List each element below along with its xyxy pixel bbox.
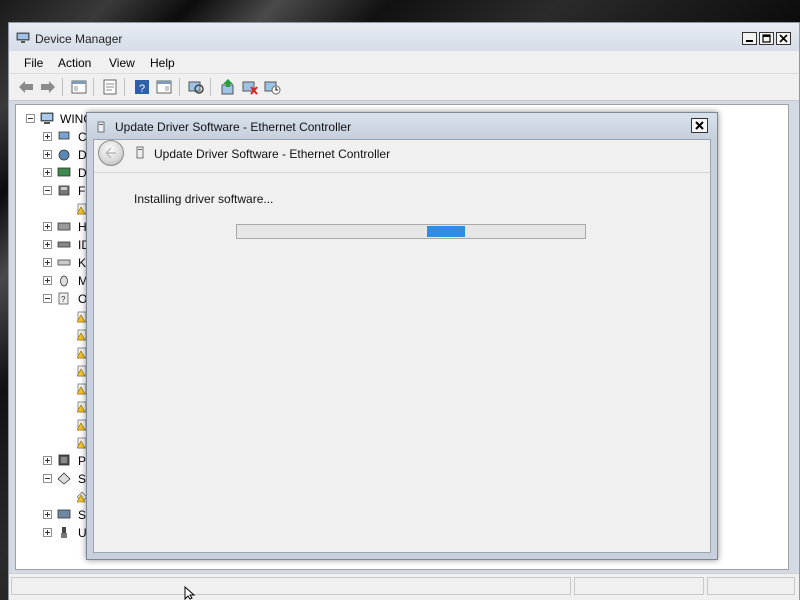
header-divider bbox=[94, 172, 710, 173]
view-icon[interactable] bbox=[155, 78, 173, 96]
collapse-icon[interactable] bbox=[43, 186, 52, 195]
ethernet-device-icon bbox=[136, 146, 144, 159]
menu-view[interactable]: View bbox=[109, 56, 135, 70]
scan-hardware-icon[interactable] bbox=[187, 78, 205, 96]
floppy-controller-icon bbox=[58, 185, 70, 196]
close-button[interactable] bbox=[776, 32, 791, 45]
mouse-icon bbox=[60, 275, 68, 287]
device-manager-icon bbox=[16, 32, 30, 43]
menu-bar: File Action View Help bbox=[9, 51, 799, 74]
status-bar bbox=[9, 573, 799, 600]
computer-icon bbox=[40, 112, 54, 124]
svg-text:?: ? bbox=[139, 83, 145, 95]
forward-arrow-icon[interactable] bbox=[39, 78, 57, 96]
disk-drive-icon bbox=[58, 149, 70, 161]
menu-help[interactable]: Help bbox=[150, 56, 175, 70]
collapse-icon[interactable] bbox=[43, 474, 52, 483]
expand-icon[interactable] bbox=[43, 168, 52, 177]
collapse-icon[interactable] bbox=[26, 114, 35, 123]
expand-icon[interactable] bbox=[43, 240, 52, 249]
uninstall-icon[interactable] bbox=[241, 78, 259, 96]
display-adapter-icon bbox=[57, 167, 71, 177]
expand-icon[interactable] bbox=[43, 528, 52, 537]
maximize-button[interactable] bbox=[759, 32, 774, 45]
computer-category-icon bbox=[58, 131, 70, 140]
ethernet-device-icon bbox=[97, 121, 105, 133]
status-cell-main bbox=[11, 577, 571, 595]
toolbar: ? bbox=[9, 74, 799, 101]
help-icon[interactable]: ? bbox=[133, 78, 151, 96]
expand-icon[interactable] bbox=[43, 276, 52, 285]
show-hide-tree-icon[interactable] bbox=[70, 78, 88, 96]
storage-controller-icon bbox=[57, 472, 71, 485]
dialog-title: Update Driver Software - Ethernet Contro… bbox=[115, 120, 352, 134]
expand-icon[interactable] bbox=[43, 150, 52, 159]
disable-device-icon[interactable] bbox=[263, 78, 281, 96]
collapse-icon[interactable] bbox=[43, 294, 52, 303]
back-button[interactable] bbox=[98, 140, 124, 166]
back-arrow-icon[interactable] bbox=[17, 78, 35, 96]
keyboard-icon bbox=[57, 259, 71, 266]
dialog-body: Update Driver Software - Ethernet Contro… bbox=[93, 139, 711, 553]
menu-action[interactable]: Action bbox=[58, 56, 91, 70]
dialog-header-title: Update Driver Software - Ethernet Contro… bbox=[154, 147, 391, 161]
other-devices-icon: ? bbox=[58, 292, 69, 305]
close-icon bbox=[695, 121, 704, 130]
properties-icon[interactable] bbox=[101, 78, 119, 96]
svg-text:?: ? bbox=[61, 295, 66, 304]
minimize-button[interactable] bbox=[742, 32, 757, 45]
maximize-icon bbox=[762, 34, 771, 43]
expand-icon[interactable] bbox=[43, 222, 52, 231]
usb-controller-icon bbox=[61, 527, 67, 538]
expand-icon[interactable] bbox=[43, 258, 52, 267]
dialog-titlebar[interactable]: Update Driver Software - Ethernet Contro… bbox=[87, 113, 717, 139]
back-arrow-icon bbox=[105, 147, 116, 159]
device-manager-title: Device Manager bbox=[35, 32, 123, 46]
tree-item-label: K bbox=[78, 256, 87, 270]
ide-controller-icon bbox=[57, 241, 71, 248]
expand-icon[interactable] bbox=[43, 132, 52, 141]
processor-icon bbox=[58, 454, 70, 466]
minimize-icon bbox=[746, 40, 753, 42]
hid-icon bbox=[57, 222, 71, 231]
update-driver-icon[interactable] bbox=[219, 78, 237, 96]
menu-file[interactable]: File bbox=[24, 56, 43, 70]
expand-icon[interactable] bbox=[43, 510, 52, 519]
dialog-header: Update Driver Software - Ethernet Contro… bbox=[94, 140, 710, 170]
dialog-close-button[interactable] bbox=[691, 118, 708, 133]
close-icon bbox=[779, 34, 788, 43]
status-cell-2 bbox=[574, 577, 704, 595]
install-progress-bar bbox=[236, 224, 586, 239]
expand-icon[interactable] bbox=[43, 456, 52, 465]
progress-marquee bbox=[427, 226, 465, 237]
device-manager-titlebar[interactable]: Device Manager bbox=[9, 23, 799, 51]
install-status-text: Installing driver software... bbox=[134, 192, 274, 206]
update-driver-dialog: Update Driver Software - Ethernet Contro… bbox=[86, 112, 718, 560]
status-cell-3 bbox=[707, 577, 795, 595]
system-devices-icon bbox=[57, 509, 71, 519]
mouse-cursor-icon bbox=[184, 586, 196, 600]
